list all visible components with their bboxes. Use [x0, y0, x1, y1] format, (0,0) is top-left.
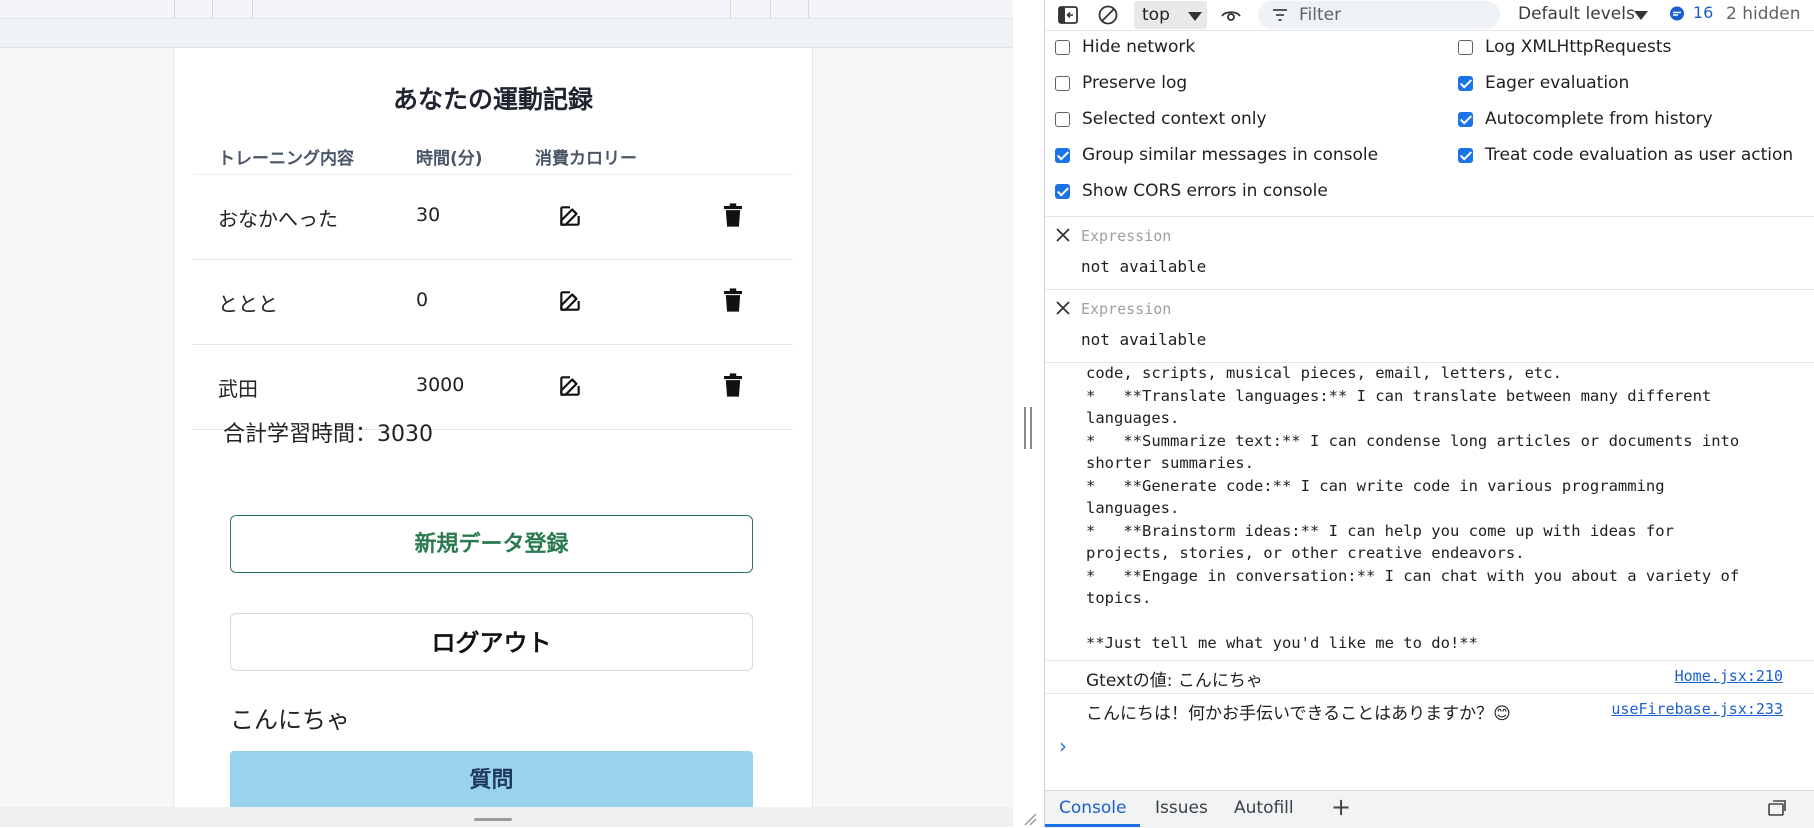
tab-console[interactable]: Console [1059, 798, 1127, 818]
page-title: あなたの運動記録 [392, 85, 593, 114]
strip-divider [212, 0, 213, 18]
setting-label: Show CORS errors in console [1082, 181, 1328, 201]
strip-divider [174, 0, 175, 18]
message-bubble-icon [1670, 6, 1684, 21]
training-time: 3000 [416, 374, 465, 396]
chevron-down-icon [1188, 12, 1202, 21]
checkbox[interactable] [1458, 76, 1473, 91]
hidden-count[interactable]: 2 hidden [1726, 4, 1801, 24]
checkbox[interactable] [1458, 148, 1473, 163]
log-entry: Gtextの値: こんにちゃ Home.jsx:210 [1045, 660, 1814, 693]
log-entry: こんにちは！何かお手伝いできることはありますか？😊 useFirebase.js… [1045, 693, 1814, 726]
filter-icon [1273, 9, 1287, 21]
close-icon[interactable] [1055, 227, 1071, 243]
trash-icon[interactable] [724, 373, 742, 397]
training-name: 武田 [218, 377, 258, 401]
checkbox[interactable] [1055, 40, 1070, 55]
edit-icon[interactable] [557, 373, 583, 399]
checkbox[interactable] [1055, 112, 1070, 127]
tab-issues[interactable]: Issues [1155, 798, 1208, 818]
strip-divider [808, 0, 809, 18]
viewport-bottom [0, 807, 1013, 827]
edit-icon[interactable] [557, 203, 583, 229]
console-output: code, scripts, musical pieces, email, le… [1045, 362, 1814, 790]
checkbox[interactable] [1055, 76, 1070, 91]
tab-autofill[interactable]: Autofill [1234, 798, 1294, 818]
new-data-button[interactable]: 新規データ登録 [230, 515, 753, 573]
table-header: トレーニング内容 時間(分) 消費カロリー [193, 136, 793, 175]
column-header-training: トレーニング内容 [218, 149, 354, 169]
strip-divider [730, 0, 731, 18]
checkbox[interactable] [1055, 184, 1070, 199]
strip-divider [252, 0, 253, 18]
resize-grip-icon[interactable] [1023, 812, 1037, 826]
logout-button[interactable]: ログアウト [230, 613, 753, 671]
devtools-panel: top Filter Default levels 16 2 hidden Hi… [1044, 0, 1814, 828]
panel-splitter [1013, 0, 1044, 827]
trash-icon[interactable] [724, 288, 742, 312]
console-settings: Hide network Log XMLHttpRequests Preserv… [1045, 31, 1814, 217]
expression-value: not available [1081, 330, 1207, 349]
live-expression: Expression not available [1045, 217, 1814, 290]
setting-label: Hide network [1082, 37, 1196, 57]
log-text: Gtextの値: こんにちゃ [1086, 671, 1263, 691]
live-expression-eye-icon[interactable] [1220, 4, 1242, 26]
drawer-tabbar: Console Issues Autofill + [1045, 790, 1814, 828]
splitter-handle[interactable] [1024, 407, 1032, 449]
live-expression: Expression not available [1045, 290, 1814, 363]
horizontal-scroll-handle[interactable] [474, 818, 512, 821]
log-text: こんにちは！何かお手伝いできることはありますか？😊 [1086, 704, 1511, 724]
greeting-text: こんにちゃ [230, 706, 350, 734]
total-time: 合計学習時間：3030 [223, 422, 433, 447]
log-levels-dropdown[interactable]: Default levels [1518, 4, 1635, 24]
ask-button[interactable]: 質問 [230, 751, 753, 811]
setting-label: Eager evaluation [1485, 73, 1630, 93]
training-time: 0 [416, 289, 429, 311]
training-name: おなかへった [218, 207, 338, 231]
context-selector[interactable]: top [1134, 1, 1207, 29]
trash-icon[interactable] [724, 203, 742, 227]
setting-label: Preserve log [1082, 73, 1188, 93]
setting-label: Group similar messages in console [1082, 145, 1379, 165]
column-header-calories: 消費カロリー [535, 149, 637, 169]
top-strip-secondary [0, 19, 1013, 48]
log-source-link[interactable]: Home.jsx:210 [1675, 667, 1783, 685]
console-prompt[interactable]: › [1059, 734, 1067, 758]
top-strip [0, 0, 1013, 19]
app-card: あなたの運動記録 トレーニング内容 時間(分) 消費カロリー おなかへった 30… [173, 48, 813, 827]
message-count: 16 [1693, 3, 1714, 22]
checkbox[interactable] [1458, 112, 1473, 127]
close-icon[interactable] [1055, 300, 1071, 316]
table-row: おなかへった 30 [193, 175, 793, 260]
filter-placeholder: Filter [1299, 5, 1342, 25]
chevron-down-icon [1634, 11, 1648, 20]
edit-icon[interactable] [557, 288, 583, 314]
setting-label: Selected context only [1082, 109, 1267, 129]
context-label: top [1142, 5, 1170, 25]
checkbox[interactable] [1055, 148, 1070, 163]
strip-divider [770, 0, 771, 18]
console-message: code, scripts, musical pieces, email, le… [1086, 364, 1740, 652]
setting-label: Treat code evaluation as user action [1485, 145, 1794, 165]
sidebar-toggle-icon[interactable] [1057, 4, 1079, 26]
column-header-time: 時間(分) [416, 149, 483, 169]
log-source-link[interactable]: useFirebase.jsx:233 [1611, 700, 1783, 718]
filter-input[interactable]: Filter [1258, 1, 1500, 29]
add-tab-icon[interactable]: + [1331, 793, 1351, 821]
clear-console-icon[interactable] [1097, 4, 1119, 26]
training-time: 30 [416, 204, 441, 226]
expression-value: not available [1081, 257, 1207, 276]
training-name: ととと [218, 292, 278, 316]
expression-input[interactable]: Expression [1081, 227, 1171, 245]
checkbox[interactable] [1458, 40, 1473, 55]
console-toolbar: top Filter Default levels 16 2 hidden [1045, 0, 1814, 31]
expression-input[interactable]: Expression [1081, 300, 1171, 318]
setting-label: Log XMLHttpRequests [1485, 37, 1672, 57]
setting-label: Autocomplete from history [1485, 109, 1713, 129]
app-viewport: あなたの運動記録 トレーニング内容 時間(分) 消費カロリー おなかへった 30… [0, 0, 1013, 827]
dock-icon[interactable] [1766, 800, 1788, 818]
table-row: ととと 0 [193, 260, 793, 345]
